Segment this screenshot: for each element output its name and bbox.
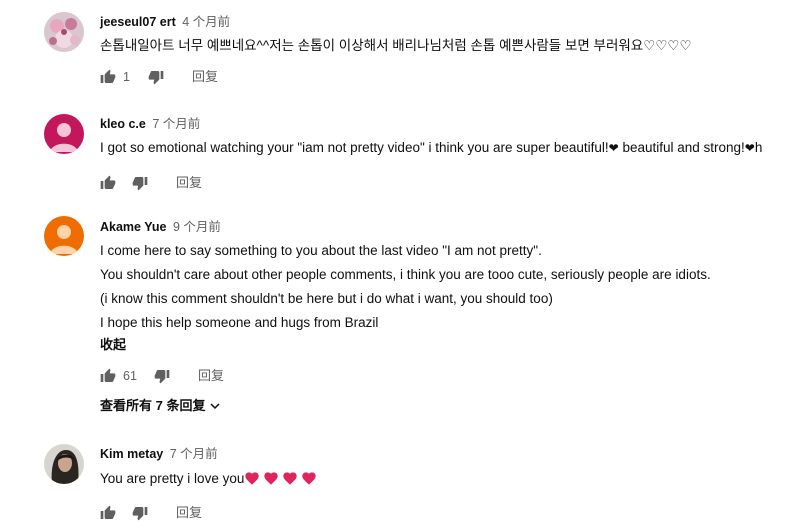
like-button[interactable] bbox=[100, 171, 116, 195]
comment-1: jeeseul07 ert 4 个月前 손톱내일아트 너무 예쁘네요^^저는 손… bbox=[0, 8, 787, 98]
reply-button[interactable]: 回复 bbox=[198, 364, 224, 388]
thumb-down-icon bbox=[148, 71, 164, 85]
author-name[interactable]: jeeseul07 ert bbox=[100, 15, 176, 29]
comment-text-line: You shouldn't care about other people co… bbox=[100, 267, 711, 282]
comment-time[interactable]: 7 个月前 bbox=[170, 447, 218, 461]
reply-button[interactable]: 回复 bbox=[192, 65, 218, 89]
author-name[interactable]: Kim metay bbox=[100, 447, 163, 461]
comment-text-part: beautiful and strong! bbox=[618, 140, 745, 155]
comment-time[interactable]: 4 个月前 bbox=[182, 15, 230, 29]
comment-actions: 回复 bbox=[100, 501, 787, 525]
dislike-button[interactable] bbox=[132, 501, 148, 525]
thumb-down-icon bbox=[132, 507, 148, 521]
comment-meta: Akame Yue 9 个月前 bbox=[100, 218, 787, 236]
heart-icon bbox=[264, 472, 279, 485]
author-name[interactable]: kleo c.e bbox=[100, 117, 146, 131]
comment-actions: 1 回复 bbox=[100, 65, 787, 89]
avatar-kleo[interactable] bbox=[44, 114, 84, 154]
comment-text-part: h bbox=[754, 140, 763, 155]
comment-3: Akame Yue 9 个月前 I come here to say somet… bbox=[0, 214, 787, 424]
like-button[interactable] bbox=[100, 364, 116, 388]
view-replies-label: 查看所有 7 条回复 bbox=[100, 398, 206, 413]
author-name[interactable]: Akame Yue bbox=[100, 220, 166, 234]
comment-actions: 回复 bbox=[100, 171, 787, 195]
comment-actions: 61 回复 bbox=[100, 364, 787, 388]
reply-button[interactable]: 回复 bbox=[176, 171, 202, 195]
thumb-up-icon bbox=[100, 505, 116, 519]
avatar-akame[interactable] bbox=[44, 216, 84, 256]
comment-text-part: You are pretty i love you bbox=[100, 471, 245, 486]
heart-icon: ❤ bbox=[608, 141, 619, 155]
dislike-button[interactable] bbox=[154, 364, 170, 388]
comment-meta: kleo c.e 7 个月前 bbox=[100, 115, 787, 133]
comment-text-line: I hope this help someone and hugs from B… bbox=[100, 315, 379, 330]
comment-meta: jeeseul07 ert 4 个月前 bbox=[100, 13, 787, 31]
view-replies-button[interactable]: 查看所有 7 条回复 bbox=[100, 396, 221, 416]
comment-4: Kim metay 7 个月前 You are pretty i love yo… bbox=[0, 442, 787, 528]
like-count: 61 bbox=[123, 369, 137, 383]
comment-text: 손톱내일아트 너무 예쁘네요^^저는 손톱이 이상해서 배리나님처럼 손톱 예쁜… bbox=[100, 38, 692, 53]
collapse-button[interactable]: 收起 bbox=[100, 335, 787, 355]
thumb-up-icon bbox=[100, 368, 116, 382]
heart-icon bbox=[245, 472, 260, 485]
thumb-down-icon bbox=[154, 370, 170, 384]
thumb-down-icon bbox=[132, 177, 148, 191]
heart-icon: ❤ bbox=[744, 141, 755, 155]
comment-text-line: I come here to say something to you abou… bbox=[100, 243, 542, 258]
comment-text-line: (i know this comment shouldn't be here b… bbox=[100, 291, 553, 306]
comment-text: I got so emotional watching your "iam no… bbox=[100, 136, 787, 160]
dislike-button[interactable] bbox=[148, 65, 164, 89]
comment-time[interactable]: 9 个月前 bbox=[173, 220, 221, 234]
like-count: 1 bbox=[123, 70, 130, 84]
heart-icon bbox=[302, 472, 317, 485]
like-button[interactable] bbox=[100, 501, 116, 525]
thumb-up-icon bbox=[100, 69, 116, 83]
comment-text: You are pretty i love you bbox=[100, 467, 787, 491]
comment-meta: Kim metay 7 个月前 bbox=[100, 445, 787, 463]
comment-text-part: I got so emotional watching your "iam no… bbox=[100, 140, 609, 155]
heart-icon bbox=[283, 472, 298, 485]
avatar-kim-metay[interactable] bbox=[44, 444, 84, 484]
chevron-down-icon bbox=[210, 403, 220, 410]
dislike-button[interactable] bbox=[132, 171, 148, 195]
thumb-up-icon bbox=[100, 175, 116, 189]
reply-button[interactable]: 回复 bbox=[176, 501, 202, 525]
comment-time[interactable]: 7 个月前 bbox=[152, 117, 200, 131]
like-button[interactable] bbox=[100, 65, 116, 89]
avatar-jeeseul07[interactable] bbox=[44, 12, 84, 52]
comment-2: kleo c.e 7 个月前 I got so emotional watchi… bbox=[0, 112, 787, 202]
